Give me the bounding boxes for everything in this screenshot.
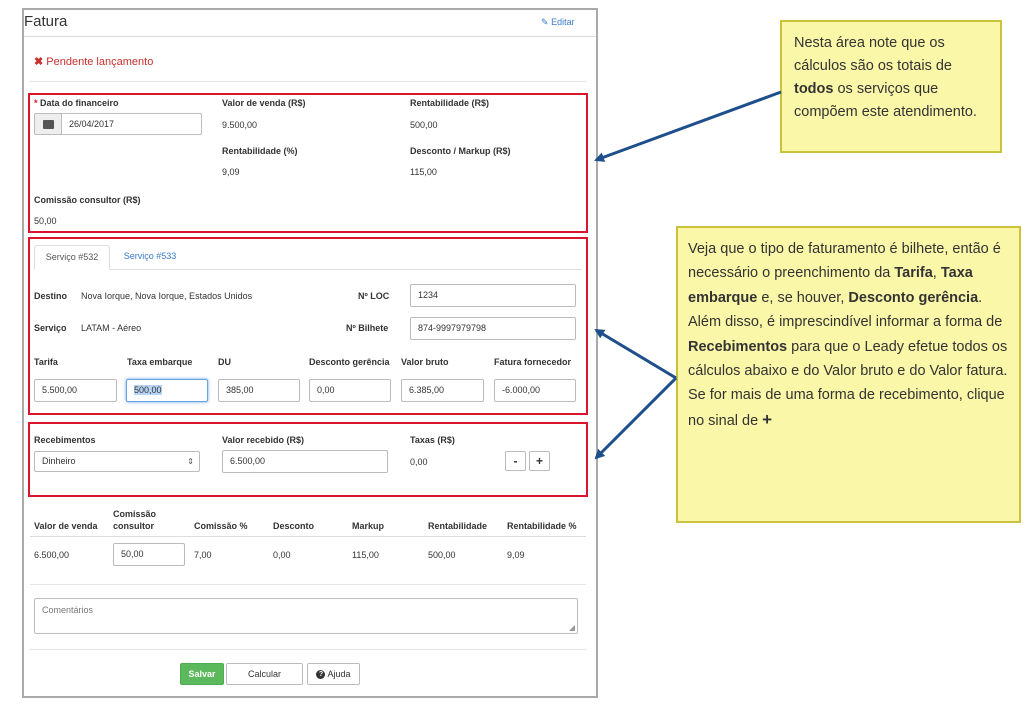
callout-arrows <box>594 90 782 460</box>
arrow-to-servicos <box>594 328 677 380</box>
arrow-to-financeiro <box>594 90 782 162</box>
arrow-to-recebimentos <box>594 376 678 460</box>
